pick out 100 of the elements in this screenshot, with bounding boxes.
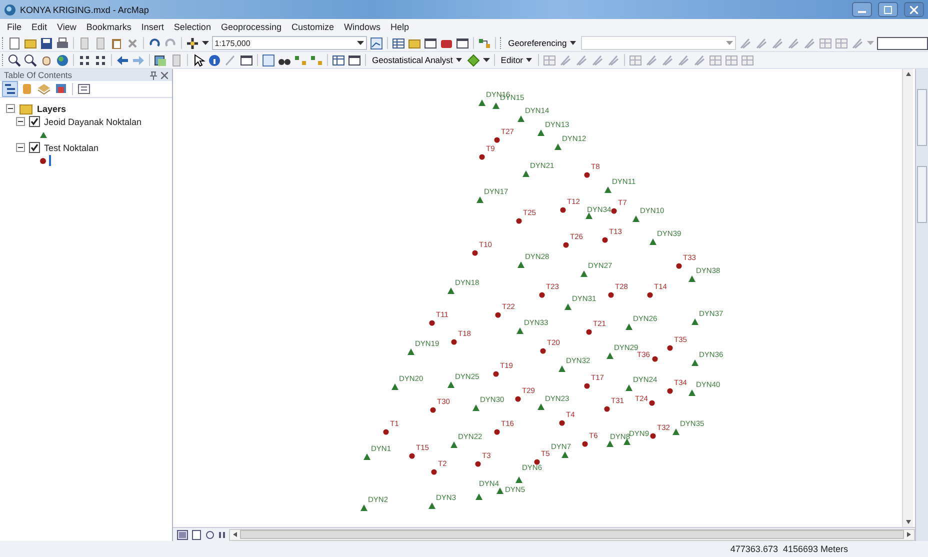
info-icon[interactable] [208, 54, 221, 66]
triangle-marker [518, 262, 524, 268]
minimize-button[interactable] [852, 2, 872, 17]
menu-item[interactable]: Windows [339, 22, 386, 32]
vertical-scrollbar[interactable] [902, 69, 913, 527]
html-popup-icon[interactable] [240, 54, 253, 66]
print-icon[interactable] [56, 36, 69, 50]
collapse-icon[interactable] [16, 117, 25, 126]
new-file-icon[interactable] [8, 36, 21, 50]
pause-icon[interactable] [218, 530, 226, 540]
dot-marker [582, 441, 588, 447]
triangle-marker [392, 384, 398, 390]
checkbox[interactable] [29, 116, 40, 127]
layer-label[interactable]: Test Noktalan [44, 142, 99, 152]
triangle-marker [606, 440, 614, 447]
dot-marker [472, 250, 478, 256]
delete-icon[interactable] [126, 36, 139, 50]
dot-marker [611, 208, 617, 214]
maximize-button[interactable] [878, 2, 898, 17]
dot-marker [515, 396, 521, 402]
menu-item[interactable]: Bookmarks [81, 22, 136, 32]
window-title: KONYA KRIGING.mxd - ArcMap [20, 4, 149, 14]
right-arrow-icon[interactable] [907, 532, 911, 537]
layer-group-label[interactable]: Layers [37, 104, 66, 114]
editor-menu[interactable]: Editor [498, 53, 534, 67]
geostatistical-analyst-menu[interactable]: Geostatistical Analyst [370, 53, 464, 67]
dot-marker [493, 371, 499, 377]
layer-label[interactable]: Jeoid Dayanak Noktalan [44, 116, 142, 126]
window-icon[interactable] [348, 54, 361, 66]
options-icon[interactable] [77, 82, 91, 96]
fixed-zoom-in-icon[interactable] [78, 54, 91, 66]
triangle-marker [478, 100, 486, 106]
menu-item[interactable]: Edit [26, 22, 52, 32]
triangle-marker [472, 404, 480, 411]
close-button[interactable] [904, 2, 924, 17]
dot-marker [563, 242, 569, 248]
checkbox[interactable] [29, 142, 40, 153]
menu-item[interactable]: Geoprocessing [216, 22, 286, 32]
menu-item[interactable]: Insert [136, 22, 169, 32]
zoom-out-icon[interactable] [24, 54, 37, 66]
triangle-marker [538, 404, 544, 410]
dot-marker [602, 237, 608, 243]
list-by-selection-icon[interactable] [54, 82, 68, 96]
triangle-marker [516, 328, 524, 334]
caret-icon[interactable] [202, 40, 209, 46]
menu-item[interactable]: View [52, 22, 82, 32]
globe-icon[interactable] [56, 54, 69, 66]
caret-icon[interactable] [482, 58, 490, 62]
add-data-icon[interactable] [186, 36, 199, 50]
triangle-marker [672, 428, 680, 435]
dot-marker [383, 429, 389, 435]
globe-icon [4, 4, 16, 16]
triangle-marker [518, 116, 524, 122]
triangle-marker [692, 318, 698, 325]
dot-marker [430, 407, 436, 413]
triangle-marker [496, 488, 504, 494]
dot-marker [475, 461, 481, 467]
triangle-marker [606, 352, 614, 359]
text-field[interactable] [877, 36, 928, 50]
pin-icon[interactable] [150, 70, 157, 80]
triangle-marker [650, 238, 656, 245]
caret-icon [570, 41, 576, 45]
horizontal-scrollbar[interactable] [229, 528, 915, 540]
refresh-icon[interactable] [205, 530, 215, 540]
table-icon[interactable] [332, 54, 345, 66]
table-icon[interactable] [392, 36, 406, 50]
up-arrow-icon[interactable] [906, 72, 910, 76]
data-view-icon[interactable] [177, 530, 188, 540]
dot-marker [584, 383, 590, 389]
save-icon[interactable] [40, 36, 53, 50]
panel-title: Table Of Contents [4, 70, 72, 80]
back-arrow-icon[interactable] [116, 54, 129, 66]
layer-icon[interactable] [154, 54, 167, 66]
collapse-icon[interactable] [16, 143, 25, 152]
triangle-marker [408, 348, 414, 355]
dot-marker [534, 459, 540, 465]
undo-icon[interactable] [148, 36, 161, 50]
zoom-in-icon[interactable] [8, 54, 21, 66]
close-icon[interactable] [161, 72, 168, 78]
layout-view-icon[interactable] [191, 530, 202, 540]
scale-field[interactable]: 1:175,000 [212, 36, 368, 50]
list-by-visibility-icon[interactable] [37, 82, 51, 96]
collapse-icon[interactable] [6, 104, 15, 113]
model-icon[interactable] [478, 36, 492, 50]
left-arrow-icon[interactable] [233, 532, 237, 537]
caret-icon [526, 58, 532, 62]
dot-marker [559, 420, 565, 426]
triangle-marker [492, 102, 500, 109]
paste-icon[interactable] [110, 36, 123, 50]
menu-item[interactable]: Help [386, 22, 414, 32]
menu-item[interactable]: File [2, 22, 27, 32]
georeferencing-menu[interactable]: Georeferencing [506, 36, 578, 50]
fixed-zoom-out-icon[interactable] [94, 54, 107, 66]
menu-item[interactable]: Selection [168, 22, 216, 32]
down-arrow-icon[interactable] [906, 520, 910, 524]
triangle-marker [580, 270, 588, 277]
list-by-drawing-order-icon[interactable] [3, 82, 17, 96]
menu-item[interactable]: Customize [286, 22, 340, 32]
triangle-marker [604, 186, 612, 193]
triangle-symbol-icon [40, 132, 47, 138]
